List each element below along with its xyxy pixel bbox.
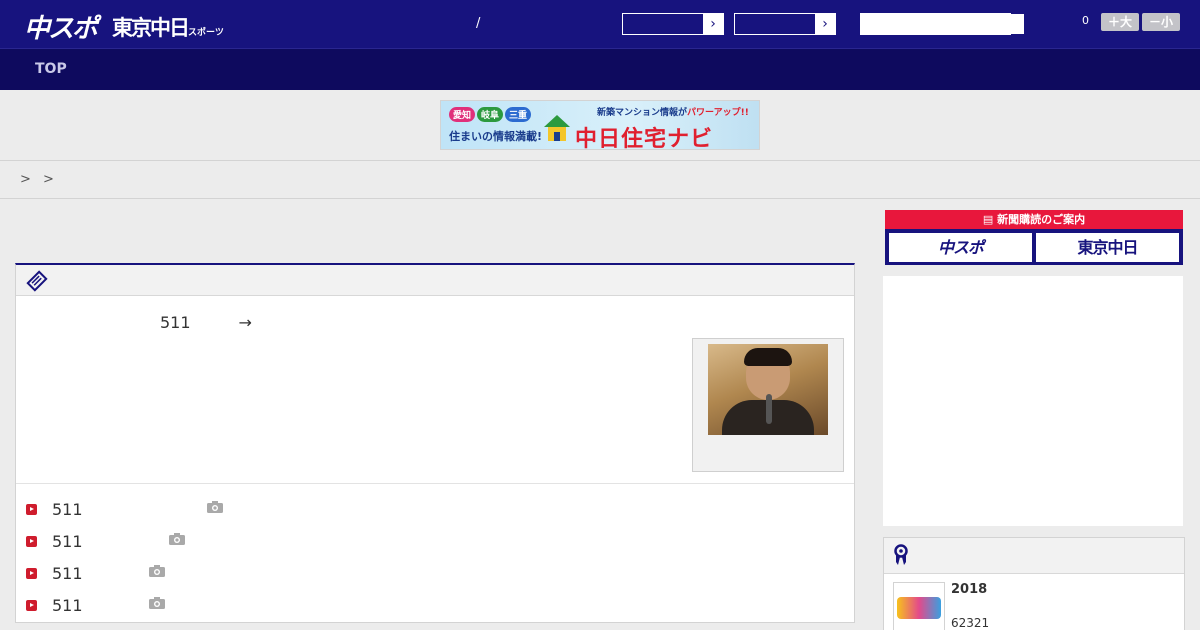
ranking-thumbnail-image: [897, 597, 941, 619]
font-size-counter: 0: [1082, 14, 1089, 27]
article-photo: [708, 344, 828, 435]
housing-navi-banner[interactable]: 愛知 岐阜 三重 住まいの情報満載! 新築マンション情報がパワーアップ!! 中日住宅…: [440, 100, 760, 150]
site-header: 中スポ 東京中日スポーツ / › › 0 ＋大 －小: [0, 0, 1200, 48]
divider: [16, 483, 854, 484]
subscription-heading: ▤ 新聞購読のご案内: [885, 210, 1183, 229]
play-bullet-icon: [26, 599, 37, 611]
tokyo-chunichi-logo[interactable]: 東京中日スポーツ: [112, 12, 224, 42]
play-bullet-icon: [26, 567, 37, 579]
play-bullet-icon: [26, 535, 37, 547]
nav-item-top[interactable]: TOP: [35, 61, 67, 77]
play-bullet-icon: [26, 503, 37, 515]
ranking-thumbnail[interactable]: [893, 582, 945, 630]
ranking-year[interactable]: 2018: [951, 582, 987, 597]
related-article-item[interactable]: 511: [26, 563, 83, 583]
related-article-item[interactable]: 511: [26, 531, 83, 551]
related-article-item[interactable]: 511: [26, 595, 83, 615]
ranking-count: 62321: [951, 616, 990, 630]
category-select-1-value: [623, 14, 703, 34]
photo-microphone: [766, 394, 772, 424]
tokyo-logo-main: 東京中日: [112, 16, 190, 40]
subscribe-tokyo-button[interactable]: 東京中日: [1036, 233, 1179, 262]
category-select-1[interactable]: ›: [622, 13, 724, 35]
divider: [0, 160, 1200, 161]
banner-prefectures: 愛知 岐阜 三重: [449, 107, 533, 122]
subscription-heading-text: 新聞購読のご案内: [997, 213, 1086, 226]
category-select-2[interactable]: ›: [734, 13, 836, 35]
newspaper-icon: [26, 270, 48, 292]
related-article-text: 511: [52, 499, 83, 519]
global-nav: TOP: [0, 48, 1200, 90]
camera-icon: [207, 501, 223, 513]
related-article-text: 511: [52, 563, 83, 583]
newspaper-small-icon: ▤: [982, 213, 998, 226]
camera-icon: [149, 565, 165, 577]
search-input[interactable]: [861, 14, 1024, 34]
related-article-item[interactable]: 511: [26, 499, 83, 519]
article-panel-header: [16, 265, 854, 296]
subscribe-chuspo-button[interactable]: 中スポ: [889, 233, 1032, 262]
ranking-panel-header: [884, 538, 1184, 574]
divider: [0, 198, 1200, 199]
subscription-box: ▤ 新聞購読のご案内 中スポ 東京中日: [885, 210, 1183, 265]
banner-pref-gifu: 岐阜: [477, 107, 504, 122]
article-thumbnail[interactable]: [692, 338, 844, 472]
ranking-panel: 2018 62321: [883, 537, 1185, 630]
breadcrumb: > >: [20, 172, 58, 187]
award-ribbon-icon: [894, 544, 908, 565]
banner-pref-aichi: 愛知: [449, 107, 476, 122]
camera-icon: [149, 597, 165, 609]
photo-figure-hair: [744, 348, 792, 366]
tokyo-logo-sub: スポーツ: [188, 28, 224, 38]
font-smaller-button[interactable]: －小: [1142, 13, 1180, 31]
category-select-2-value: [735, 14, 815, 34]
banner-headline-prefix: 新築マンション情報が: [597, 108, 688, 118]
banner-brand: 中日住宅ナビ: [575, 127, 714, 150]
article-lead[interactable]: 511 →: [160, 309, 252, 333]
font-larger-button[interactable]: ＋大: [1101, 13, 1139, 31]
header-separator: /: [476, 16, 481, 31]
site-search: [860, 13, 1024, 35]
house-icon: [544, 115, 570, 141]
banner-pref-mie: 三重: [505, 107, 532, 122]
banner-headline-accent: パワーアップ!!: [687, 108, 749, 118]
chevron-right-icon: ›: [815, 14, 835, 34]
camera-icon: [169, 533, 185, 545]
chuspo-logo[interactable]: 中スポ: [24, 8, 98, 45]
article-panel: 511 → 511 511 511 511: [15, 263, 855, 623]
banner-tagline: 住まいの情報満載!: [449, 130, 543, 143]
chevron-right-icon: ›: [703, 14, 723, 34]
banner-headline: 新築マンション情報がパワーアップ!!: [597, 105, 749, 118]
related-article-text: 511: [52, 531, 83, 551]
related-article-text: 511: [52, 595, 83, 615]
ad-slot[interactable]: [883, 276, 1183, 526]
